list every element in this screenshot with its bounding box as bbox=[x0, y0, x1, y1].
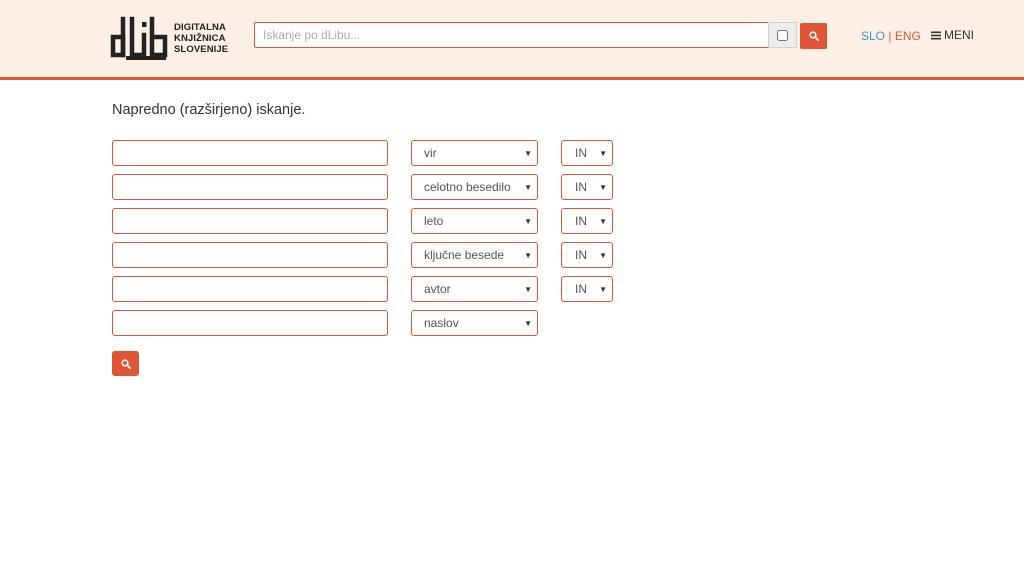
operator-select-value: IN bbox=[575, 248, 587, 262]
header-search bbox=[254, 22, 797, 48]
search-option-box bbox=[768, 22, 797, 48]
header-search-button[interactable] bbox=[800, 23, 827, 49]
logo-line-2: KNJIŽNICA bbox=[174, 32, 226, 44]
caret-down-icon: ▼ bbox=[524, 183, 532, 192]
field-select-value: naslov bbox=[424, 316, 459, 330]
field-select-value: avtor bbox=[424, 282, 451, 296]
caret-down-icon: ▼ bbox=[524, 149, 532, 158]
lang-eng-link[interactable]: ENG bbox=[895, 29, 921, 43]
caret-down-icon: ▼ bbox=[599, 251, 607, 260]
search-icon bbox=[808, 31, 819, 41]
operator-select-2[interactable]: IN ▼ bbox=[561, 174, 613, 200]
search-term-input-1[interactable] bbox=[112, 140, 388, 166]
search-term-input-3[interactable] bbox=[112, 208, 388, 234]
dlib-logo-mark bbox=[110, 15, 170, 61]
field-select-value: celotno besedilo bbox=[424, 180, 511, 194]
field-select-3[interactable]: leto ▼ bbox=[411, 208, 538, 234]
search-term-input-6[interactable] bbox=[112, 310, 388, 336]
search-term-input-4[interactable] bbox=[112, 242, 388, 268]
menu-button[interactable]: MENI bbox=[931, 28, 974, 42]
caret-down-icon: ▼ bbox=[524, 251, 532, 260]
field-select-6[interactable]: naslov ▼ bbox=[411, 310, 538, 336]
header-search-input[interactable] bbox=[254, 22, 768, 48]
operator-select-value: IN bbox=[575, 214, 587, 228]
lang-slo-link[interactable]: SLO bbox=[861, 29, 885, 43]
dlib-logo[interactable]: DIGITALNA KNJIŽNICA SLOVENIJE bbox=[110, 15, 228, 61]
advanced-search-button[interactable] bbox=[112, 351, 139, 376]
field-select-4[interactable]: ključne besede ▼ bbox=[411, 242, 538, 268]
caret-down-icon: ▼ bbox=[599, 149, 607, 158]
caret-down-icon: ▼ bbox=[524, 217, 532, 226]
operator-select-4[interactable]: IN ▼ bbox=[561, 242, 613, 268]
menu-label: MENI bbox=[944, 28, 974, 42]
operator-select-value: IN bbox=[575, 180, 587, 194]
operator-select-5[interactable]: IN ▼ bbox=[561, 276, 613, 302]
caret-down-icon: ▼ bbox=[524, 319, 532, 328]
caret-down-icon: ▼ bbox=[599, 285, 607, 294]
field-select-2[interactable]: celotno besedilo ▼ bbox=[411, 174, 538, 200]
field-select-1[interactable]: vir ▼ bbox=[411, 140, 538, 166]
site-header: DIGITALNA KNJIŽNICA SLOVENIJE SLO | ENG … bbox=[0, 0, 1024, 80]
logo-line-1: DIGITALNA bbox=[174, 21, 226, 33]
page-title: Napredno (razširjeno) iskanje. bbox=[112, 102, 306, 118]
search-term-input-5[interactable] bbox=[112, 276, 388, 302]
caret-down-icon: ▼ bbox=[599, 217, 607, 226]
search-option-checkbox[interactable] bbox=[777, 29, 788, 41]
caret-down-icon: ▼ bbox=[524, 285, 532, 294]
field-select-value: ključne besede bbox=[424, 248, 505, 262]
operator-select-value: IN bbox=[575, 146, 587, 160]
operator-select-1[interactable]: IN ▼ bbox=[561, 140, 613, 166]
field-select-value: leto bbox=[424, 214, 444, 228]
search-term-input-2[interactable] bbox=[112, 174, 388, 200]
operator-select-3[interactable]: IN ▼ bbox=[561, 208, 613, 234]
logo-line-3: SLOVENIJE bbox=[174, 43, 229, 55]
field-select-5[interactable]: avtor ▼ bbox=[411, 276, 538, 302]
language-switcher: SLO | ENG bbox=[861, 29, 921, 43]
lang-separator: | bbox=[888, 29, 892, 43]
field-select-value: vir bbox=[424, 146, 437, 160]
dlib-logo-text: DIGITALNA KNJIŽNICA SLOVENIJE bbox=[174, 22, 228, 55]
hamburger-icon bbox=[931, 31, 941, 39]
caret-down-icon: ▼ bbox=[599, 183, 607, 192]
operator-select-value: IN bbox=[575, 282, 587, 296]
search-icon bbox=[120, 358, 131, 369]
